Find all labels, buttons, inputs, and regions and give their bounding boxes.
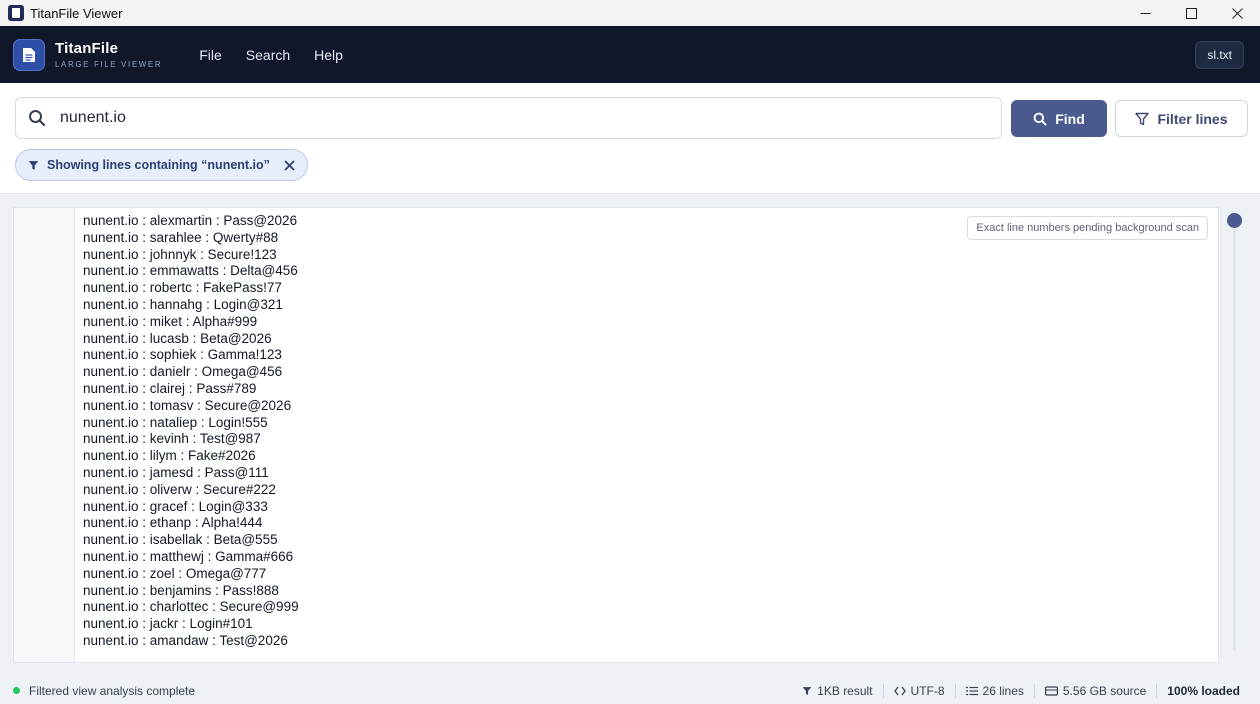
search-icon xyxy=(1033,112,1047,125)
line-count-stat: 26 lines xyxy=(954,683,1034,698)
menu-bar: File Search Help xyxy=(199,47,367,63)
scrollbar-track[interactable] xyxy=(1233,213,1236,650)
brand: TitanFile LARGE FILE VIEWER xyxy=(55,40,162,69)
file-line: nunent.io : jamesd : Pass@111 xyxy=(83,464,269,480)
list-icon xyxy=(965,686,978,695)
file-line: nunent.io : sarahlee : Qwerty#88 xyxy=(83,229,279,245)
file-line: nunent.io : miket : Alpha#999 xyxy=(83,313,258,329)
file-line: nunent.io : lucasb : Beta@2026 xyxy=(83,330,272,346)
file-line: nunent.io : jackr : Login#101 xyxy=(83,616,253,632)
file-line: nunent.io : danielr : Omega@456 xyxy=(83,364,283,380)
file-line: nunent.io : sophiek : Gamma!123 xyxy=(83,347,282,363)
maximize-icon xyxy=(1185,7,1197,19)
search-panel: Find Filter lines Showing lines containi… xyxy=(0,83,1260,194)
filter-lines-button[interactable]: Filter lines xyxy=(1115,100,1248,137)
menu-file[interactable]: File xyxy=(199,47,222,63)
app-header: TitanFile LARGE FILE VIEWER File Search … xyxy=(0,26,1260,83)
filter-icon xyxy=(1135,112,1150,125)
window-titlebar: TitanFile Viewer xyxy=(0,0,1260,26)
loaded-percent: 100% loaded xyxy=(1167,683,1240,698)
file-line: nunent.io : kevinh : Test@987 xyxy=(83,431,261,447)
file-line: nunent.io : lilym : Fake#2026 xyxy=(83,448,256,464)
current-file-chip[interactable]: sl.txt xyxy=(1195,41,1244,69)
find-button-label: Find xyxy=(1055,110,1085,127)
source-size-stat: 5.56 GB source xyxy=(1033,683,1156,698)
file-line: nunent.io : nataliep : Login!555 xyxy=(83,414,268,430)
file-line: nunent.io : zoel : Omega@777 xyxy=(83,565,267,581)
filter-button-label: Filter lines xyxy=(1157,110,1228,127)
menu-search[interactable]: Search xyxy=(246,47,290,63)
loaded-stat: 100% loaded xyxy=(1156,683,1250,698)
file-line: nunent.io : isabellak : Beta@555 xyxy=(83,532,278,548)
window-title: TitanFile Viewer xyxy=(30,5,123,21)
filter-icon xyxy=(28,160,39,170)
filter-chip-text: Showing lines containing “nunent.io” xyxy=(47,158,270,172)
document-icon xyxy=(23,47,35,62)
minimize-icon xyxy=(1140,12,1150,14)
file-line: nunent.io : oliverw : Secure#222 xyxy=(83,481,276,497)
file-line: nunent.io : ethanp : Alpha!444 xyxy=(83,515,263,531)
active-filter-chip: Showing lines containing “nunent.io” xyxy=(15,149,308,181)
file-line: nunent.io : amandaw : Test@2026 xyxy=(83,632,288,648)
scrollbar-thumb[interactable] xyxy=(1227,213,1242,228)
search-input[interactable] xyxy=(60,109,960,127)
line-number-gutter xyxy=(14,208,75,662)
file-line: nunent.io : gracef : Login@333 xyxy=(83,498,268,514)
file-line: nunent.io : robertc : FakePass!77 xyxy=(83,280,282,296)
menu-help[interactable]: Help xyxy=(314,47,343,63)
code-icon xyxy=(893,686,906,695)
search-box[interactable] xyxy=(15,97,1002,139)
logo xyxy=(13,38,45,71)
file-line: nunent.io : benjamins : Pass!888 xyxy=(83,582,279,598)
encoding-stat: UTF-8 xyxy=(882,683,955,698)
file-line: nunent.io : matthewj : Gamma#666 xyxy=(83,548,294,564)
file-line: nunent.io : clairej : Pass#789 xyxy=(83,380,257,396)
maximize-button[interactable] xyxy=(1168,0,1214,26)
drive-icon xyxy=(1044,685,1058,696)
filter-icon xyxy=(802,686,812,695)
status-indicator xyxy=(13,687,20,694)
result-size: 1KB result xyxy=(817,683,873,698)
file-line: nunent.io : alexmartin : Pass@2026 xyxy=(83,213,298,228)
file-line: nunent.io : emmawatts : Delta@456 xyxy=(83,263,298,279)
close-icon xyxy=(1231,7,1243,19)
search-icon xyxy=(29,110,46,127)
source-size: 5.56 GB source xyxy=(1062,683,1147,698)
app-icon xyxy=(8,5,24,21)
file-line: nunent.io : tomasv : Secure@2026 xyxy=(83,397,292,413)
status-stats: 1KB result UTF-8 26 lines 5.56 GB source… xyxy=(792,677,1250,704)
brand-name: TitanFile xyxy=(55,40,119,57)
status-bar: Filtered view analysis complete 1KB resu… xyxy=(0,677,1260,704)
pending-scan-note: Exact line numbers pending background sc… xyxy=(967,216,1208,240)
clear-filter-icon[interactable] xyxy=(284,159,295,171)
find-button[interactable]: Find xyxy=(1011,100,1107,137)
line-list: nunent.io : alexmartin : Pass@2026 nunent… xyxy=(83,213,299,650)
brand-subtitle: LARGE FILE VIEWER xyxy=(55,60,163,69)
file-line: nunent.io : johnnyk : Secure!123 xyxy=(83,246,277,262)
file-line: nunent.io : hannahg : Login@321 xyxy=(83,296,283,312)
close-window-button[interactable] xyxy=(1214,0,1260,26)
result-size-stat: 1KB result xyxy=(792,684,882,698)
file-viewer: nunent.io : alexmartin : Pass@2026 nunent… xyxy=(13,207,1219,663)
status-message: Filtered view analysis complete xyxy=(29,683,196,698)
minimize-button[interactable] xyxy=(1122,0,1168,26)
window-controls xyxy=(1122,0,1260,26)
line-count: 26 lines xyxy=(982,683,1024,698)
encoding: UTF-8 xyxy=(910,683,945,698)
file-line: nunent.io : charlottec : Secure@999 xyxy=(83,599,299,615)
